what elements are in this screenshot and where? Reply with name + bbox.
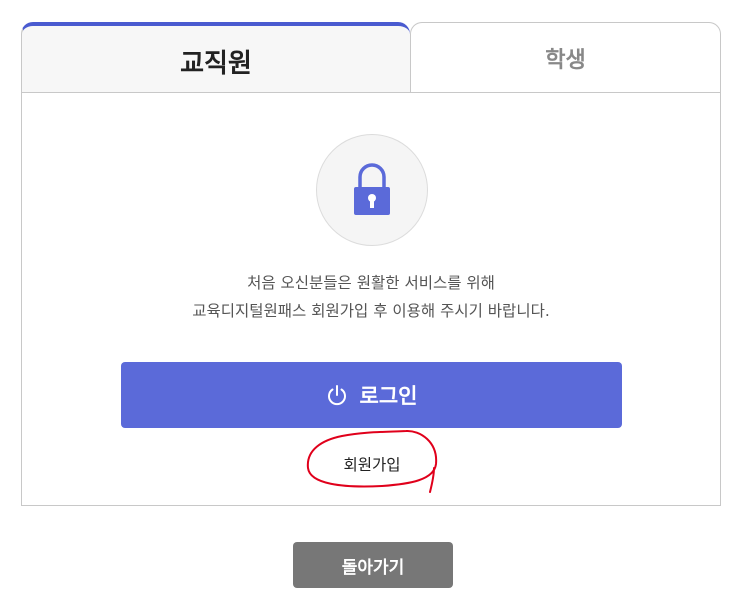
tab-staff[interactable]: 교직원 [21,22,410,93]
info-message-line1: 처음 오신분들은 원활한 서비스를 위해 [247,274,495,292]
lock-icon [354,163,390,215]
login-type-tabs: 교직원 학생 [21,22,721,93]
tab-student[interactable]: 학생 [410,22,721,93]
login-button-label: 로그인 [359,384,418,408]
lock-badge [316,134,428,246]
back-button[interactable]: 돌아가기 [293,542,453,588]
info-message-line2: 교육디지털원패스 회원가입 후 이용해 주시기 바랍니다. [192,302,550,320]
power-icon [326,384,348,406]
login-button[interactable]: 로그인 [121,362,622,428]
login-panel: 처음 오신분들은 원활한 서비스를 위해 교육디지털원패스 회원가입 후 이용해… [21,92,721,506]
signup-link[interactable]: 회원가입 [312,453,432,479]
